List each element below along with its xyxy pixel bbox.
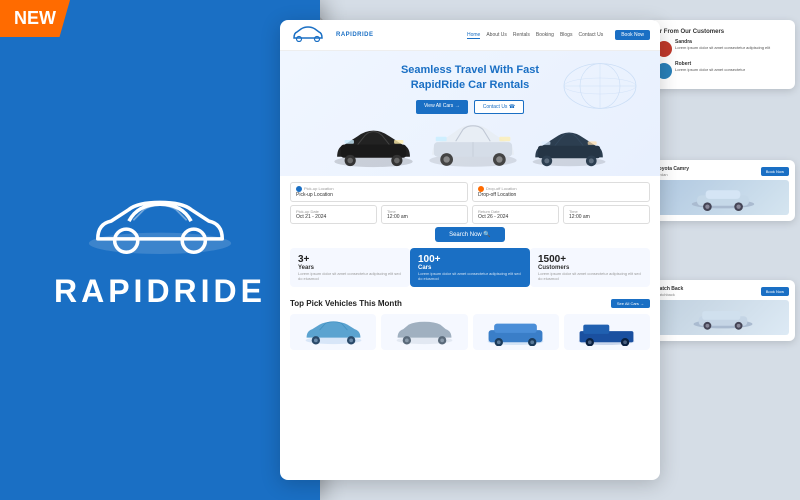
white-suv bbox=[423, 120, 523, 168]
nav-book-btn[interactable]: Book Now bbox=[615, 30, 650, 40]
view-all-cars-btn[interactable]: View All Cars → bbox=[416, 100, 468, 114]
nav-logo bbox=[290, 26, 330, 44]
date-to-field[interactable]: Return Date Oct 26 - 2024 bbox=[472, 205, 559, 224]
black-car bbox=[329, 126, 419, 168]
right-car-card-1: Toyota Camry Sedan Book Now bbox=[650, 160, 795, 221]
book-btn-2[interactable]: Book Now bbox=[761, 287, 789, 296]
vehicle-img-4 bbox=[568, 318, 646, 346]
main-nav: RAPIDRIDE Home About Us Rentals Booking … bbox=[280, 20, 660, 51]
review-item-2: Robert Lorem ipsum dolor sit amet consec… bbox=[656, 61, 789, 79]
date-to-value: Oct 26 - 2024 bbox=[478, 214, 553, 220]
stat-years: 3+ Years Lorem ipsum dolor sit amet cons… bbox=[290, 248, 410, 287]
nav-brand-text: RAPIDRIDE bbox=[336, 32, 374, 38]
vehicle-img-2 bbox=[385, 318, 463, 346]
time-to-field[interactable]: Time 12:00 am bbox=[563, 205, 650, 224]
main-website-card: RAPIDRIDE Home About Us Rentals Booking … bbox=[280, 20, 660, 480]
nav-home[interactable]: Home bbox=[467, 32, 480, 39]
stat-customers-desc: Lorem ipsum dolor sit amet consectetur a… bbox=[538, 271, 642, 281]
vehicles-row bbox=[290, 314, 650, 350]
car-svg-1 bbox=[688, 185, 758, 211]
dropoff-field[interactable]: Drop-off Location Drop-off Location bbox=[472, 182, 650, 202]
new-badge: NEW bbox=[0, 0, 70, 37]
time-from-value: 12:00 am bbox=[387, 214, 462, 220]
nav-about[interactable]: About Us bbox=[486, 32, 507, 39]
dropoff-dot bbox=[478, 186, 484, 192]
search-form: Pick-up Location Pick-up Location Drop-o… bbox=[280, 176, 660, 248]
right-car-card-2: Hatch Back Hatchback Book Now bbox=[650, 280, 795, 341]
nav-contact[interactable]: Contact Us bbox=[578, 32, 603, 39]
top-picks-section: Top Pick Vehicles This Month See All Car… bbox=[280, 293, 660, 356]
stat-cars: 100+ Cars Lorem ipsum dolor sit amet con… bbox=[410, 248, 530, 287]
stat-customers: 1500+ Customers Lorem ipsum dolor sit am… bbox=[530, 248, 650, 287]
nav-booking[interactable]: Booking bbox=[536, 32, 554, 39]
hero-section: Seamless Travel With Fast RapidRide Car … bbox=[280, 51, 660, 176]
vehicle-card-2 bbox=[381, 314, 467, 350]
review-text-2: Lorem ipsum dolor sit amet consectetur bbox=[675, 67, 745, 72]
customers-title: "r From Our Customers bbox=[656, 26, 789, 35]
date-from-value: Oct 21 - 2024 bbox=[296, 214, 371, 220]
pickup-dot bbox=[296, 186, 302, 192]
top-picks-header: Top Pick Vehicles This Month See All Car… bbox=[290, 299, 650, 308]
review-item-1: Sandra Lorem ipsum dolor sit amet consec… bbox=[656, 39, 789, 57]
stat-cars-number: 100+ bbox=[418, 254, 522, 265]
car-sub-1: Sedan bbox=[656, 172, 689, 177]
pickup-value: Pick-up Location bbox=[296, 192, 462, 198]
dropoff-value: Drop-off Location bbox=[478, 192, 644, 198]
vehicle-card-1 bbox=[290, 314, 376, 350]
dark-car bbox=[527, 128, 612, 168]
brand-name: RAPIDRIDE bbox=[54, 273, 266, 310]
see-all-button[interactable]: See All Cars → bbox=[611, 299, 650, 308]
vehicle-card-4 bbox=[564, 314, 650, 350]
vehicle-card-3 bbox=[473, 314, 559, 350]
form-row-1: Pick-up Location Pick-up Location Drop-o… bbox=[290, 182, 650, 202]
vehicle-img-3 bbox=[477, 318, 555, 346]
time-from-field[interactable]: Time 12:00 am bbox=[381, 205, 468, 224]
brand-panel: RAPIDRIDE bbox=[0, 0, 320, 500]
vehicle-img-1 bbox=[294, 318, 372, 346]
top-picks-title: Top Pick Vehicles This Month bbox=[290, 299, 402, 308]
nav-links: Home About Us Rentals Booking Blogs Cont… bbox=[467, 32, 603, 39]
stat-years-number: 3+ bbox=[298, 254, 402, 265]
car-sub-2: Hatchback bbox=[656, 292, 683, 297]
time-to-value: 12:00 am bbox=[569, 214, 644, 220]
nav-rentals[interactable]: Rentals bbox=[513, 32, 530, 39]
stat-years-desc: Lorem ipsum dolor sit amet consectetur a… bbox=[298, 271, 402, 281]
date-from-field[interactable]: Pick-up Date Oct 21 - 2024 bbox=[290, 205, 377, 224]
nav-blogs[interactable]: Blogs bbox=[560, 32, 573, 39]
contact-us-btn[interactable]: Contact Us ☎ bbox=[474, 100, 524, 114]
pickup-field[interactable]: Pick-up Location Pick-up Location bbox=[290, 182, 468, 202]
form-row-2: Pick-up Date Oct 21 - 2024 Time 12:00 am… bbox=[290, 205, 650, 224]
stat-cars-desc: Lorem ipsum dolor sit amet consectetur a… bbox=[418, 271, 522, 281]
stats-row: 3+ Years Lorem ipsum dolor sit amet cons… bbox=[280, 248, 660, 293]
cars-hero bbox=[296, 120, 644, 168]
car-svg-2 bbox=[688, 305, 758, 331]
car-logo-svg bbox=[80, 190, 240, 261]
customers-card-bg: "r From Our Customers Sandra Lorem ipsum… bbox=[650, 20, 795, 89]
world-map-hint bbox=[560, 61, 640, 111]
book-btn-1[interactable]: Book Now bbox=[761, 167, 789, 176]
review-text-1: Lorem ipsum dolor sit amet consectetur a… bbox=[675, 45, 770, 50]
search-button[interactable]: Search Now 🔍 bbox=[435, 227, 505, 242]
car-img-1 bbox=[656, 180, 789, 215]
stat-customers-number: 1500+ bbox=[538, 254, 642, 265]
car-img-2 bbox=[656, 300, 789, 335]
